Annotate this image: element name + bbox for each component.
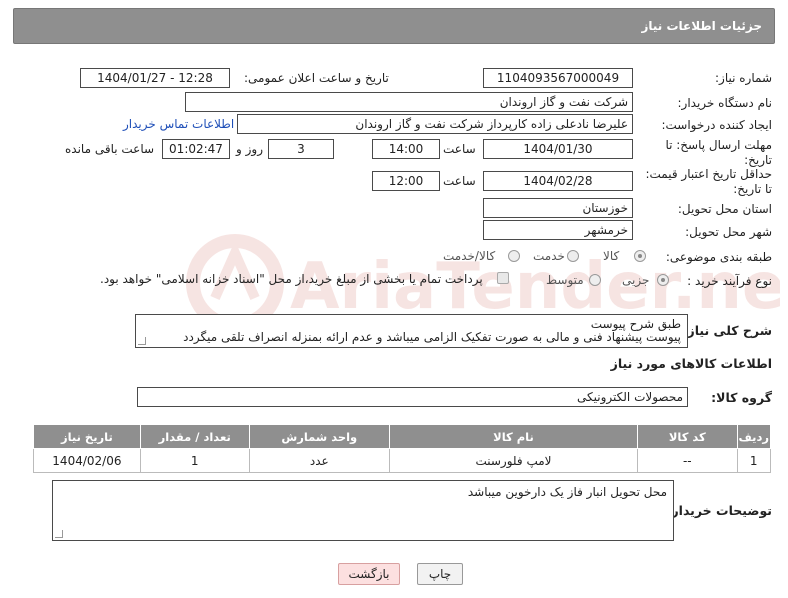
cell-date: 1404/02/06 bbox=[33, 448, 141, 473]
category-radio-goods[interactable] bbox=[634, 250, 646, 262]
goods-section-title: اطلاعات کالاهای مورد نیاز bbox=[610, 356, 772, 371]
col-qty-header: تعداد / مقدار bbox=[139, 424, 250, 449]
description-textarea[interactable]: طبق شرح پیوست پیوست پیشنهاد فنی و مالی ب… bbox=[135, 314, 688, 348]
category-option-service: خدمت bbox=[533, 249, 565, 263]
treasury-payment-note: پرداخت تمام یا بخشی از مبلغ خرید،از محل … bbox=[100, 272, 483, 286]
purchase-type-option-minor: جزیی bbox=[622, 273, 650, 287]
purchase-type-option-medium: متوسط bbox=[546, 273, 584, 287]
need-number-field[interactable]: 1104093567000049 bbox=[483, 68, 633, 88]
delivery-city-label: شهر محل تحویل: bbox=[685, 225, 772, 239]
cell-code: -- bbox=[637, 448, 738, 473]
description-label: شرح کلی نیاز: bbox=[682, 323, 772, 338]
treasury-payment-checkbox[interactable] bbox=[497, 272, 509, 284]
description-line2: پیوست پیشنهاد فنی و مالی به صورت تفکیک ا… bbox=[183, 330, 681, 344]
print-button[interactable]: چاپ bbox=[417, 563, 463, 585]
cell-name: لامپ فلورسنت bbox=[388, 448, 639, 473]
delivery-province-label: استان محل تحویل: bbox=[677, 202, 772, 216]
delivery-city-field[interactable]: خرمشهر bbox=[483, 220, 633, 240]
col-unit-header: واحد شمارش bbox=[248, 424, 390, 449]
cell-qty: 1 bbox=[139, 448, 250, 473]
deadline-label-line2: تاریخ: bbox=[744, 153, 772, 167]
purchase-type-radio-medium[interactable] bbox=[589, 274, 601, 286]
buyer-contact-link[interactable]: اطلاعات تماس خریدار bbox=[123, 117, 234, 131]
col-code-header: کد کالا bbox=[637, 424, 738, 449]
category-option-goods-service: کالا/خدمت bbox=[443, 249, 496, 263]
category-radio-goods-service[interactable] bbox=[508, 250, 520, 262]
header-bar: جزئیات اطلاعات نیاز bbox=[13, 8, 775, 44]
deadline-date-field[interactable]: 1404/01/30 bbox=[483, 139, 633, 159]
buyer-notes-text: محل تحویل انبار فاز یک دارخوین میباشد bbox=[467, 485, 667, 499]
col-row-header: ردیف bbox=[736, 424, 771, 449]
goods-table: ردیف کد کالا نام کالا واحد شمارش تعداد /… bbox=[33, 424, 771, 473]
deadline-days-label: روز و bbox=[236, 142, 263, 156]
cell-row: 1 bbox=[736, 448, 771, 473]
goods-table-header-row: ردیف کد کالا نام کالا واحد شمارش تعداد /… bbox=[33, 424, 771, 449]
resize-handle-icon[interactable] bbox=[55, 530, 63, 538]
requester-field[interactable]: علیرضا نادعلی زاده کارپرداز شرکت نفت و گ… bbox=[237, 114, 633, 134]
price-validity-label-line2: تا تاریخ: bbox=[733, 182, 772, 196]
requester-label: ایجاد کننده درخواست: bbox=[661, 118, 772, 132]
buyer-notes-label: توضیحات خریدار: bbox=[666, 503, 772, 518]
category-label: طبقه بندی موضوعی: bbox=[665, 250, 772, 264]
deadline-remaining-label: ساعت باقی مانده bbox=[65, 142, 155, 156]
price-validity-time-label: ساعت bbox=[443, 174, 476, 188]
price-validity-label-line1: حداقل تاریخ اعتبار قیمت: bbox=[645, 167, 772, 181]
resize-handle-icon[interactable] bbox=[138, 337, 146, 345]
table-row[interactable]: 1 -- لامپ فلورسنت عدد 1 1404/02/06 bbox=[33, 448, 771, 473]
buyer-org-field[interactable]: شرکت نفت و گاز اروندان bbox=[185, 92, 633, 112]
col-date-header: تاریخ نیاز bbox=[33, 424, 141, 449]
deadline-days-field[interactable]: 3 bbox=[268, 139, 334, 159]
deadline-time-field[interactable]: 14:00 bbox=[372, 139, 440, 159]
deadline-time-label: ساعت bbox=[443, 142, 476, 156]
deadline-label-line1: مهلت ارسال پاسخ: تا bbox=[665, 138, 772, 152]
announce-datetime-label: تاریخ و ساعت اعلان عمومی: bbox=[244, 71, 389, 85]
buyer-org-label: نام دستگاه خریدار: bbox=[677, 96, 773, 110]
announce-datetime-field[interactable]: 1404/01/27 - 12:28 bbox=[80, 68, 230, 88]
deadline-remaining-field[interactable]: 01:02:47 bbox=[162, 139, 230, 159]
category-radio-service[interactable] bbox=[567, 250, 579, 262]
col-name-header: نام کالا bbox=[388, 424, 639, 449]
price-validity-time-field[interactable]: 12:00 bbox=[372, 171, 440, 191]
back-button[interactable]: بازگشت bbox=[338, 563, 400, 585]
page-title: جزئیات اطلاعات نیاز bbox=[641, 19, 762, 33]
purchase-type-radio-minor[interactable] bbox=[657, 274, 669, 286]
buyer-notes-textarea[interactable]: محل تحویل انبار فاز یک دارخوین میباشد bbox=[52, 480, 674, 541]
price-validity-date-field[interactable]: 1404/02/28 bbox=[483, 171, 633, 191]
cell-unit: عدد bbox=[248, 448, 390, 473]
category-option-goods: کالا bbox=[603, 249, 620, 263]
goods-group-label: گروه کالا: bbox=[711, 390, 772, 405]
goods-group-field[interactable]: محصولات الکترونیکی bbox=[137, 387, 688, 407]
purchase-type-label: نوع فرآیند خرید : bbox=[687, 274, 772, 288]
delivery-province-field[interactable]: خوزستان bbox=[483, 198, 633, 218]
need-number-label: شماره نیاز: bbox=[715, 71, 772, 85]
